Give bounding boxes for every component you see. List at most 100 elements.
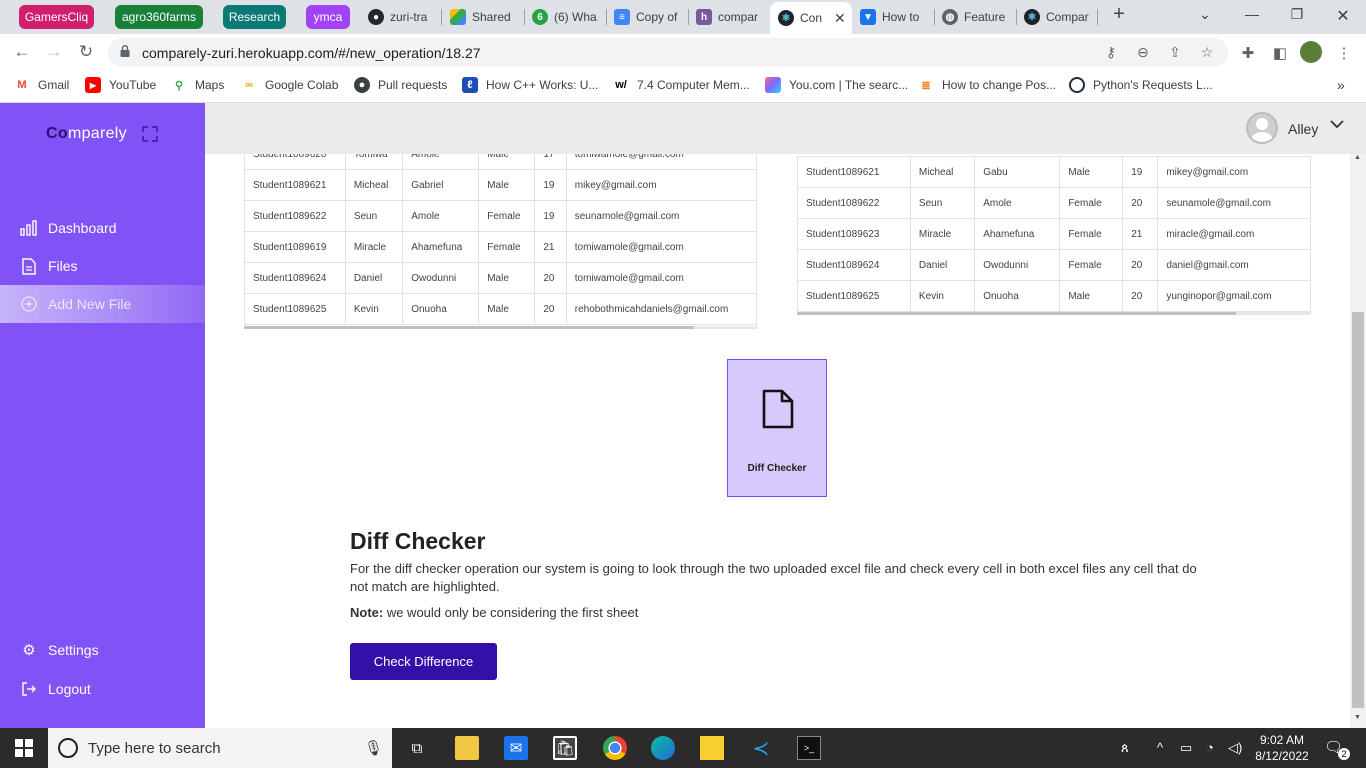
app-logo[interactable]: Comparely [46, 125, 127, 143]
user-avatar[interactable] [1246, 112, 1278, 144]
extensions-icon[interactable]: ✚ [1238, 44, 1258, 62]
sidebar-item-files[interactable]: Files [0, 247, 205, 285]
terminal-icon[interactable]: >_ [797, 736, 821, 760]
vscode-icon[interactable]: ≺ [749, 736, 773, 760]
bookmark-how-to-change[interactable]: ≣ How to change Pos... [918, 77, 1056, 93]
check-difference-button[interactable]: Check Difference [350, 643, 497, 680]
sidebar-item-dashboard[interactable]: Dashboard [0, 209, 205, 247]
taskbar-search-box[interactable]: Type here to search 🎙 [48, 728, 392, 768]
table-cell: Gabriel [402, 169, 480, 201]
page-scrollbar[interactable]: ▲ ▼ [1350, 154, 1366, 728]
sticky-notes-icon[interactable] [700, 736, 724, 760]
profile-avatar[interactable] [1300, 41, 1322, 63]
tab-whatsapp[interactable]: 6 (6) Wha [532, 5, 598, 29]
bookmark-youtube[interactable]: ▶ YouTube [85, 77, 156, 93]
lock-icon[interactable] [120, 45, 130, 57]
tab-how-to[interactable]: ▼ How to [860, 5, 926, 29]
url-text[interactable]: comparely-zuri.herokuapp.com/#/new_opera… [142, 45, 481, 61]
menu-icon[interactable]: ⋮ [1334, 44, 1354, 62]
tab-compar-heroku[interactable]: h compar [696, 5, 762, 29]
bookmark-maps[interactable]: ⚲ Maps [171, 77, 224, 93]
bookmark-computer-memory[interactable]: w/7.4 Computer Mem... [613, 77, 750, 93]
sidebar-item-logout[interactable]: Logout [0, 670, 205, 708]
diff-checker-card[interactable]: Diff Checker [727, 359, 827, 497]
battery-icon[interactable]: ▭ [1180, 740, 1192, 756]
sidebar-item-settings[interactable]: ⚙ Settings [0, 631, 205, 669]
wifi-icon[interactable]: ◔ [1206, 740, 1214, 755]
tab-group-ymca[interactable]: ymca [306, 5, 350, 29]
people-icon[interactable]: ጰ [1121, 740, 1129, 756]
tab-search-chevron-icon[interactable]: ⌄ [1190, 6, 1220, 23]
bookmark-google-colab[interactable]: ∞ Google Colab [241, 77, 338, 93]
taskbar-clock[interactable]: 9:02 AM 8/12/2022 [1252, 732, 1312, 764]
tab-feature[interactable]: ◍ Feature [942, 5, 1008, 29]
minimize-icon[interactable]: — [1237, 6, 1267, 22]
mail-icon[interactable]: ✉ [504, 736, 528, 760]
new-tab-icon[interactable]: + [1104, 3, 1134, 26]
microphone-icon[interactable]: 🎙 [364, 739, 383, 757]
bookmarks-overflow-icon[interactable]: » [1337, 77, 1345, 93]
bookmark-python-requests[interactable]: Python's Requests L... [1069, 77, 1213, 93]
tab-group-agro360farms[interactable]: agro360farms [115, 5, 203, 29]
windows-start-icon[interactable] [12, 736, 36, 760]
note-text: we would only be considering the first s… [383, 605, 639, 620]
side-panel-icon[interactable]: ◧ [1270, 44, 1290, 62]
share-icon[interactable]: ⇪ [1166, 44, 1184, 61]
table-cell: Onuoha [974, 280, 1061, 312]
tab-separator [606, 9, 607, 25]
forward-icon[interactable]: → [43, 42, 65, 62]
restore-icon[interactable]: ❐ [1282, 6, 1312, 23]
page-scroll-thumb[interactable] [1352, 312, 1364, 708]
tab-shared[interactable]: Shared [450, 5, 516, 29]
table-cell: 20 [534, 293, 567, 325]
w-icon: w/ [615, 79, 627, 91]
bookmark-label: Google Colab [265, 78, 339, 92]
key-icon[interactable]: ⚷ [1102, 44, 1120, 61]
bookmark-pull-requests[interactable]: ● Pull requests [354, 77, 447, 93]
file-explorer-icon[interactable] [455, 736, 479, 760]
zoom-icon[interactable]: ⊖ [1134, 44, 1152, 61]
edge-icon[interactable] [651, 736, 675, 760]
show-hidden-icons[interactable]: ^ [1157, 740, 1163, 755]
bookmark-label: 7.4 Computer Mem... [637, 78, 750, 92]
bookmark-label: You.com | The searc... [789, 78, 909, 92]
sidebar-item-add-new-file[interactable]: Add New File [0, 285, 205, 323]
tab-zuri-tra[interactable]: ● zuri-tra [368, 5, 434, 29]
back-icon[interactable]: ← [11, 42, 33, 62]
user-name[interactable]: Alley [1288, 121, 1318, 137]
browser-toolbar: ← → ↻ comparely-zuri.herokuapp.com/#/new… [0, 34, 1366, 71]
reload-icon[interactable]: ↻ [75, 42, 97, 62]
tab-group-research[interactable]: Research [223, 5, 286, 29]
bookmark-star-icon[interactable]: ☆ [1198, 44, 1216, 61]
task-view-icon[interactable]: ⧉ [405, 736, 429, 760]
tab-group-gamerscliq[interactable]: GamersCliq [19, 5, 94, 29]
sidebar: Comparely Dashboard Files Add New File ⚙… [0, 103, 205, 728]
table-cell: Miracle [909, 218, 976, 250]
right-table-scrollbar[interactable] [797, 312, 1236, 315]
window-close-icon[interactable]: ✕ [1328, 6, 1358, 26]
scroll-down-icon[interactable]: ▼ [1354, 714, 1361, 721]
bookmark-youcom[interactable]: You.com | The searc... [765, 77, 908, 93]
store-icon[interactable]: 🛍 [553, 736, 577, 760]
bookmark-gmail[interactable]: M Gmail [14, 77, 69, 93]
tab-copy-of[interactable]: ≡ Copy of [614, 5, 680, 29]
tab-compar-react[interactable]: ⚛ Compar [1024, 5, 1090, 29]
table-cell: Kevin [909, 280, 976, 312]
chrome-icon[interactable] [603, 736, 627, 760]
stackoverflow-icon: ≣ [921, 79, 931, 92]
table-row: Student1089622 Seun Amole Female 20 seunamole… [797, 187, 1311, 219]
scroll-up-icon[interactable]: ▲ [1354, 154, 1361, 161]
tab-active-comparely[interactable]: ⚛ Con ✕ [770, 2, 852, 34]
chevron-down-icon[interactable] [1330, 116, 1344, 132]
table-row: Student1089619 Miracle Ahamefuna Female 21 to… [244, 231, 758, 263]
maps-icon: ⚲ [174, 79, 184, 92]
table-cell: Daniel [909, 249, 976, 281]
volume-icon[interactable]: ◁) [1228, 740, 1242, 756]
close-tab-icon[interactable]: ✕ [834, 10, 846, 27]
bookmark-how-cpp-works[interactable]: ℓ How C++ Works: U... [462, 77, 598, 93]
app-header: Alley [205, 103, 1366, 154]
address-bar[interactable]: comparely-zuri.herokuapp.com/#/new_opera… [108, 38, 1228, 67]
table-cell: Gabu [974, 156, 1061, 188]
left-table-scrollbar[interactable] [244, 326, 694, 329]
youtube-icon: ▶ [85, 77, 101, 93]
